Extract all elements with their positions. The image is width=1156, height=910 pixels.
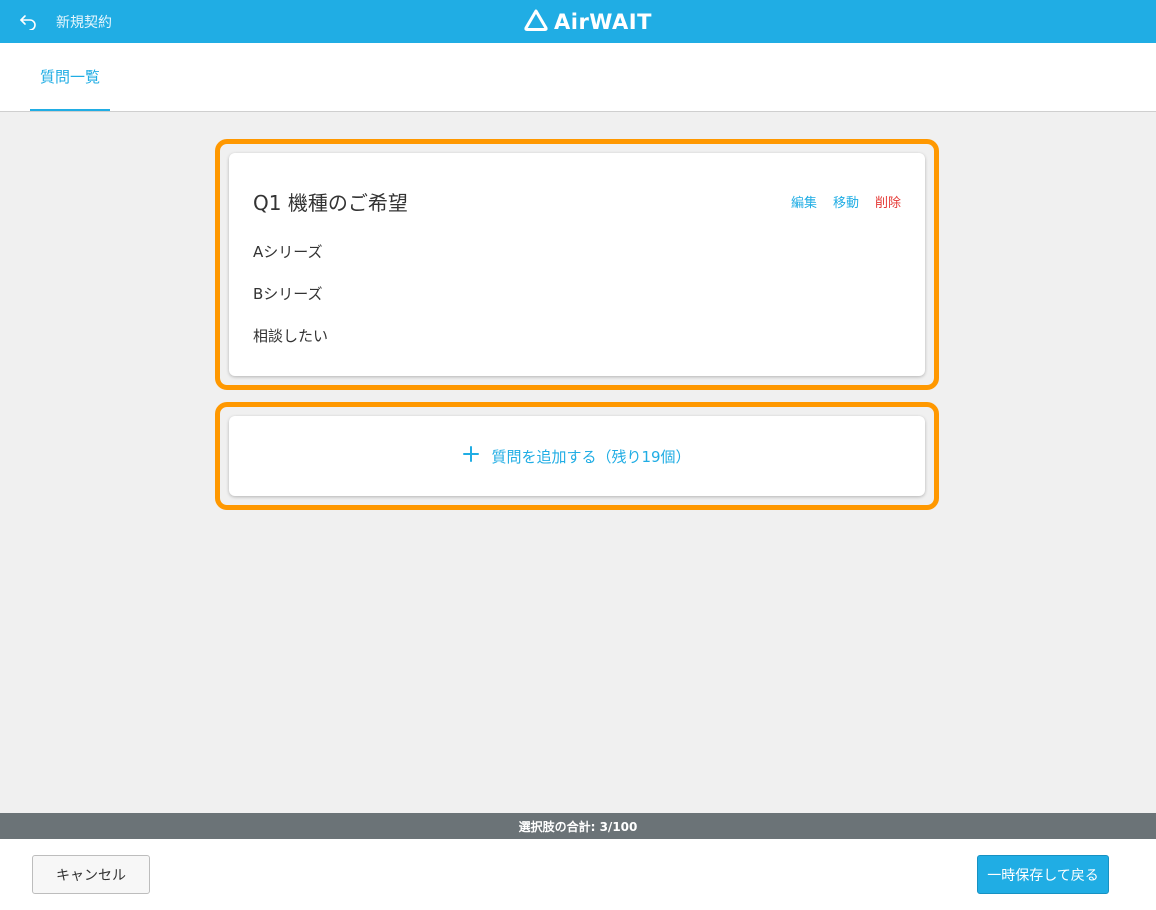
top-header: 新規契約 AirWAIT: [0, 0, 1156, 43]
delete-link[interactable]: 削除: [875, 192, 901, 211]
app-logo: AirWAIT: [524, 8, 652, 36]
footer: キャンセル 一時保存して戻る: [0, 839, 1156, 910]
question-actions: 編集 移動 削除: [791, 192, 901, 211]
option-item: 相談したい: [253, 327, 329, 345]
edit-link[interactable]: 編集: [791, 192, 817, 211]
back-button[interactable]: 新規契約: [18, 8, 112, 36]
question-card: Q1 機種のご希望 編集 移動 削除 Aシリーズ Bシリーズ 相談したい: [229, 153, 925, 376]
add-question-card: 質問を追加する（残り19個）: [229, 416, 925, 496]
plus-icon: [463, 446, 491, 466]
save-and-return-button[interactable]: 一時保存して戻る: [977, 855, 1109, 894]
add-question-button[interactable]: 質問を追加する（残り19個）: [229, 416, 925, 496]
tab-question-list[interactable]: 質問一覧: [30, 43, 110, 111]
tab-bar: 質問一覧: [0, 43, 1156, 112]
option-total-status: 選択肢の合計: 3/100: [0, 813, 1156, 839]
option-item: Bシリーズ: [253, 285, 323, 303]
question-title: Q1 機種のご希望: [253, 191, 408, 215]
back-label: 新規契約: [56, 15, 112, 31]
cancel-button[interactable]: キャンセル: [32, 855, 150, 894]
add-question-label: 質問を追加する（残り19個）: [491, 447, 691, 466]
option-item: Aシリーズ: [253, 243, 323, 261]
airwait-logo-icon: [524, 8, 548, 36]
back-arrow-icon: [18, 14, 38, 30]
move-link[interactable]: 移動: [833, 192, 859, 211]
logo-text: AirWAIT: [554, 10, 652, 34]
